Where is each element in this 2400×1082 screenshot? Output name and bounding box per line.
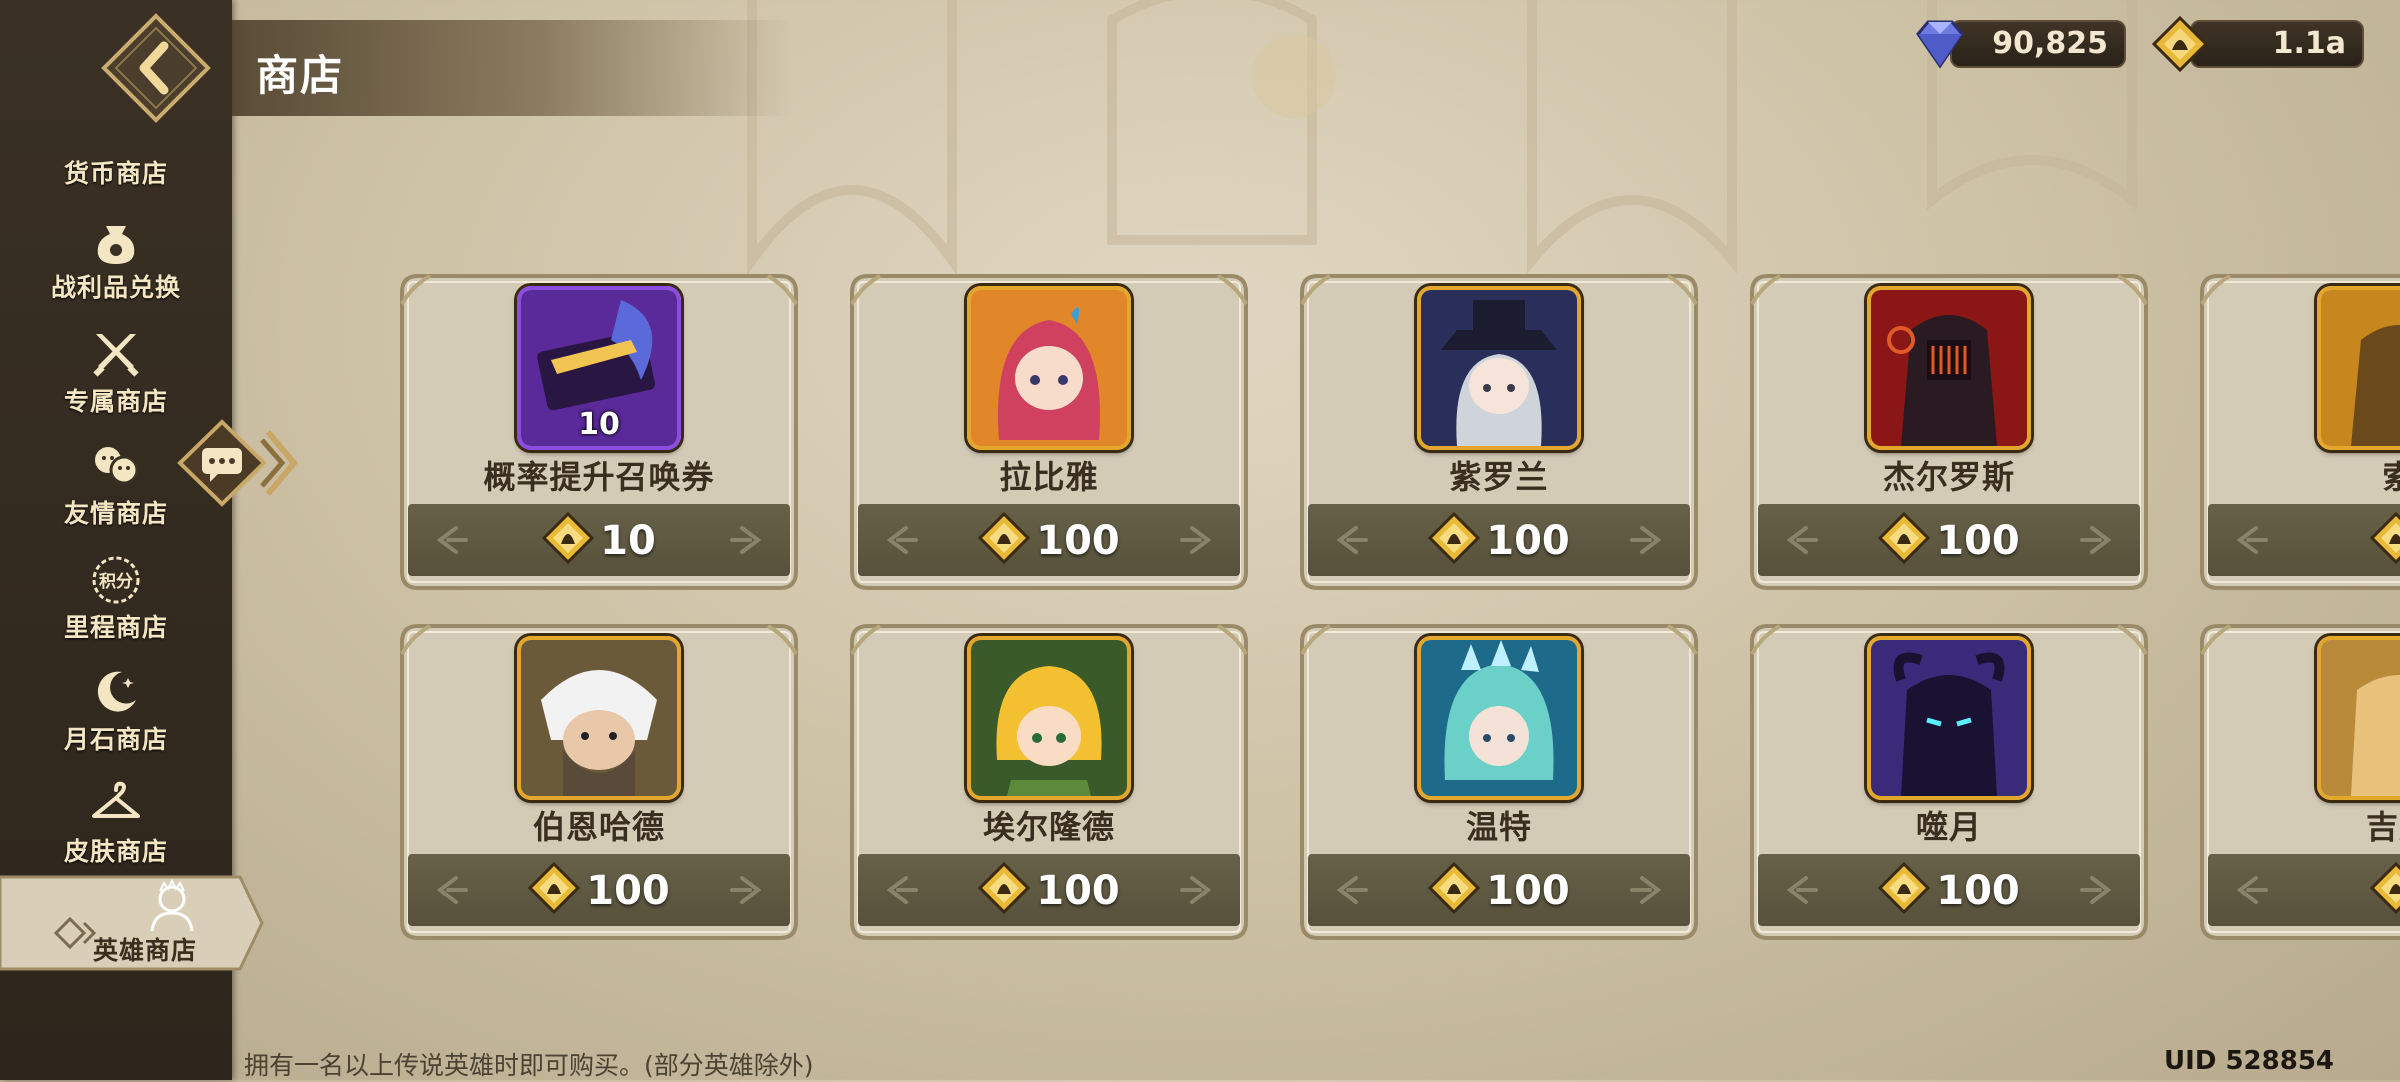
sidebar-item-exclusive-shop[interactable]: 专属商店 (0, 318, 232, 426)
price-bar: 100 (1308, 504, 1690, 576)
hero-token-icon (1878, 512, 1930, 564)
item-portrait: 10 (517, 286, 681, 450)
item-price: 100 (1936, 518, 2020, 564)
item-portrait (1867, 286, 2031, 450)
hero-token-icon (2151, 15, 2209, 73)
crossed-swords-icon (93, 334, 139, 377)
item-price: 100 (1036, 518, 1120, 564)
friends-icon (95, 447, 139, 485)
price-bar: 10 (408, 504, 790, 576)
item-portrait (1417, 636, 1581, 800)
moonstone-icon (97, 671, 136, 712)
hero-token-icon (1428, 512, 1480, 564)
shop-item-card[interactable]: 吉芙 (2200, 624, 2400, 940)
points-icon: 积分 (92, 556, 140, 604)
hero-token-icon (1878, 862, 1930, 914)
item-price: 10 (600, 518, 656, 564)
sidebar-item-label: 货币商店 (63, 159, 168, 188)
price-bar: 100 (1308, 854, 1690, 926)
shop-item-card[interactable]: 杰尔罗斯 100 (1750, 274, 2148, 590)
shop-item-card-partial[interactable]: 吉芙 (2200, 624, 2400, 940)
chat-icon[interactable] (176, 418, 300, 508)
item-portrait (1867, 636, 2031, 800)
item-price: 100 (1486, 868, 1570, 914)
hero-token-icon (2370, 512, 2400, 564)
hero-token-balance[interactable]: 1.1a (2150, 14, 2364, 73)
item-portrait (1417, 286, 1581, 450)
item-name: 伯恩哈德 (532, 808, 665, 846)
shop-item-card-partial[interactable]: 索 (2200, 274, 2400, 590)
item-name: 温特 (1465, 808, 1532, 846)
hero-token-count: 1.1a (2272, 26, 2346, 61)
item-portrait (2317, 636, 2400, 800)
item-portrait (517, 636, 681, 800)
loot-bag-icon (97, 226, 135, 264)
item-price: 100 (1486, 518, 1570, 564)
shop-item-card[interactable]: 噬月 100 (1750, 624, 2148, 940)
item-quantity: 10 (578, 407, 620, 442)
item-price: 100 (586, 868, 670, 914)
item-name: 索 (2382, 458, 2400, 496)
diamond-icon (1916, 20, 1964, 69)
price-bar: 100 (858, 504, 1240, 576)
shop-item-card[interactable]: 10 概率提升召唤券 10 (400, 274, 798, 590)
diamond-count: 90,825 (1992, 26, 2108, 61)
item-name: 紫罗兰 (1449, 458, 1549, 496)
hero-token-icon (1428, 862, 1480, 914)
sidebar: 货币商店 战利品兑换 专属商店 友情商店 积分 里程商店 月石商店 皮肤商店 英… (0, 0, 264, 1080)
item-price: 100 (1036, 868, 1120, 914)
svg-text:积分: 积分 (99, 572, 133, 592)
purchase-condition-note: 拥有一名以上传说英雄时即可购买。(部分英雄除外) (244, 1051, 814, 1080)
item-name: 概率提升召唤券 (483, 458, 715, 496)
item-name: 杰尔罗斯 (1882, 458, 2015, 496)
shop-item-card[interactable]: 温特 100 (1300, 624, 1698, 940)
item-name: 拉比雅 (999, 458, 1099, 496)
shop-item-card[interactable]: 索 (2200, 274, 2400, 590)
user-id: UID 528854 (2164, 1046, 2334, 1076)
sidebar-item-label: 专属商店 (63, 387, 168, 416)
price-bar: 100 (858, 854, 1240, 926)
page-title: 商店 (256, 51, 345, 100)
price-bar (2208, 854, 2400, 926)
sidebar-item-loot-exchange[interactable]: 战利品兑换 (0, 204, 232, 312)
sidebar-item-label: 皮肤商店 (63, 837, 168, 866)
sidebar-item-label: 里程商店 (63, 613, 168, 642)
item-portrait (2317, 286, 2400, 450)
diamond-balance[interactable]: 90,825 (1910, 14, 2126, 69)
sidebar-item-label: 月石商店 (63, 725, 168, 754)
hero-token-icon (978, 512, 1030, 564)
item-portrait (967, 636, 1131, 800)
hero-icon (150, 879, 194, 932)
sidebar-item-hero-shop[interactable]: 英雄商店 (0, 873, 266, 973)
item-name: 埃尔隆德 (982, 808, 1115, 846)
price-bar: 100 (1758, 504, 2140, 576)
sidebar-item-skin-shop[interactable]: 皮肤商店 (0, 768, 232, 876)
price-bar: 100 (408, 854, 790, 926)
hero-token-icon (528, 862, 580, 914)
hanger-icon (92, 781, 140, 818)
hero-token-icon (542, 512, 594, 564)
hero-token-icon (2370, 862, 2400, 914)
price-bar: 100 (1758, 854, 2140, 926)
sidebar-item-mileage-shop[interactable]: 积分 里程商店 (0, 544, 232, 652)
hero-token-icon (978, 862, 1030, 914)
item-name: 吉芙 (2365, 808, 2400, 846)
shop-item-card[interactable]: 紫罗兰 100 (1300, 274, 1698, 590)
item-portrait (967, 286, 1131, 450)
shop-item-card[interactable]: 拉比雅 100 (850, 274, 1248, 590)
item-price: 100 (1936, 868, 2020, 914)
sidebar-item-moonstone-shop[interactable]: 月石商店 (0, 656, 232, 764)
sidebar-item-label: 战利品兑换 (50, 273, 181, 302)
shop-item-card[interactable]: 伯恩哈德 100 (400, 624, 798, 940)
price-bar (2208, 504, 2400, 576)
shop-item-card[interactable]: 埃尔隆德 100 (850, 624, 1248, 940)
sidebar-item-label: 英雄商店 (92, 936, 197, 965)
page-header: 商店 (232, 20, 792, 116)
sidebar-item-currency-shop[interactable]: 货币商店 (0, 90, 232, 198)
item-name: 噬月 (1915, 808, 1982, 846)
